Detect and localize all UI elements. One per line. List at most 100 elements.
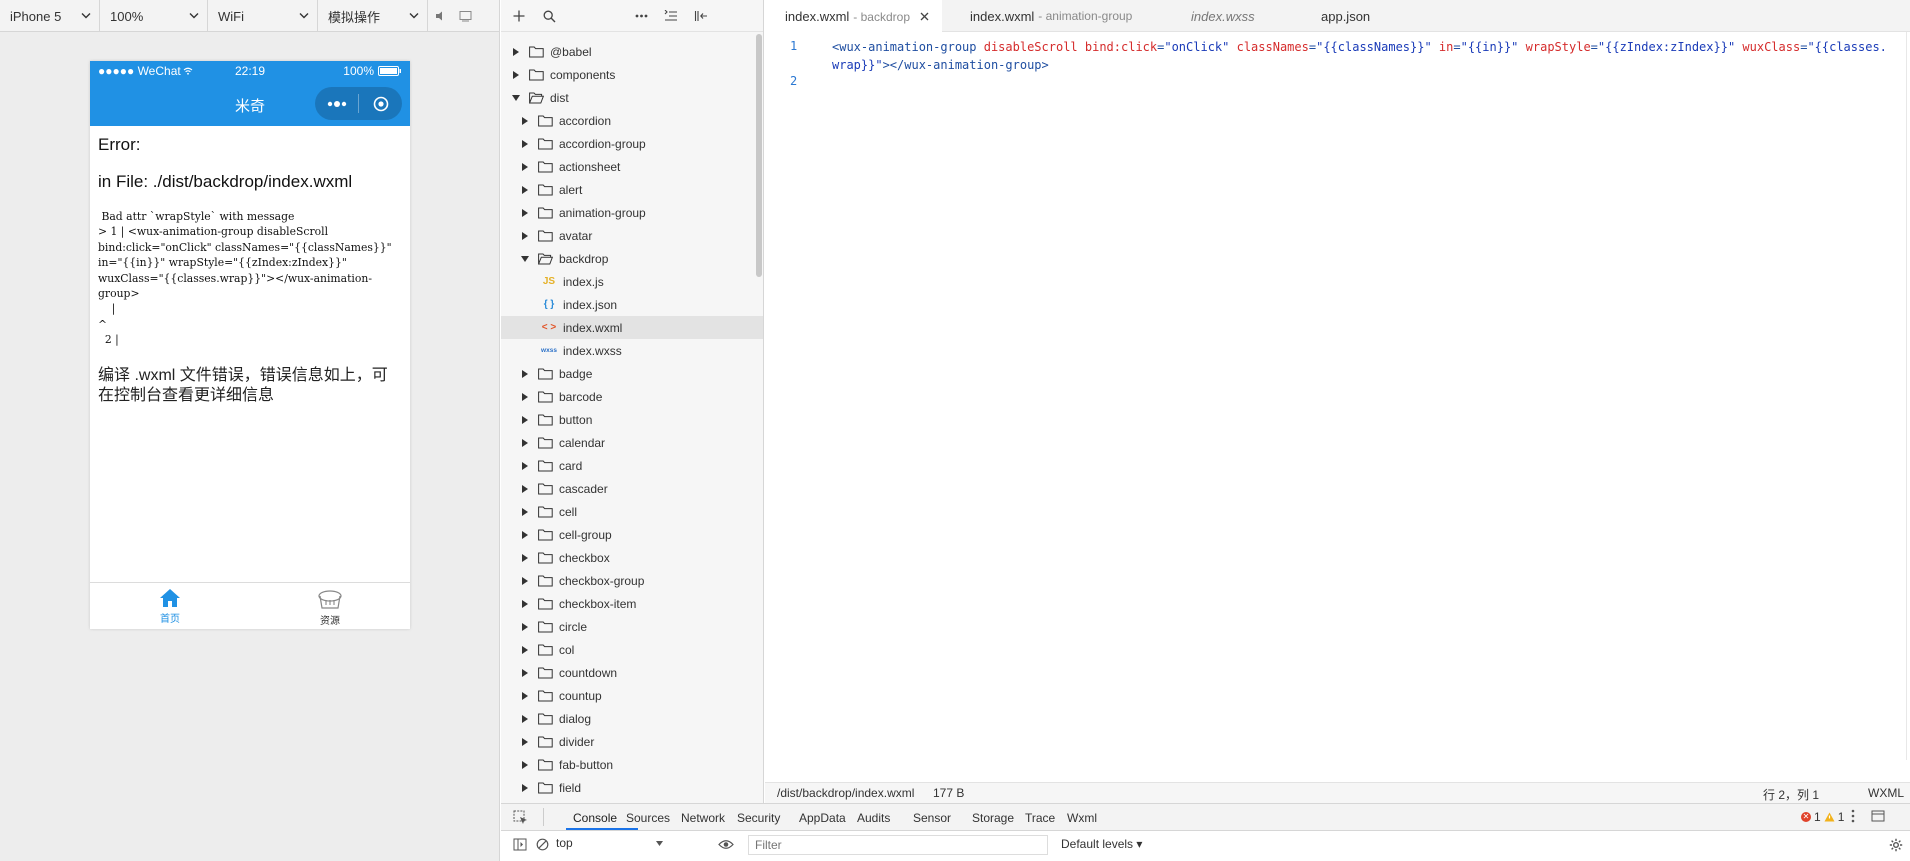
caret-right-icon[interactable] — [520, 714, 530, 724]
devtools-tab-wxml[interactable]: Wxml — [1067, 811, 1097, 825]
file-item[interactable]: wxss index.wxss — [501, 339, 763, 362]
devtools-tab-security[interactable]: Security — [737, 811, 780, 825]
folder-item[interactable]: button — [501, 408, 763, 431]
tab-index-wxml-animation-group[interactable]: index.wxml - animation-group — [970, 0, 1132, 32]
devtools-tab-audits[interactable]: Audits — [857, 811, 890, 825]
folder-item[interactable]: checkbox-item — [501, 592, 763, 615]
more-button[interactable] — [315, 87, 358, 120]
code-area[interactable]: 1 <wux-animation-group disableScroll bin… — [765, 32, 1910, 782]
explorer-scrollbar[interactable] — [756, 34, 762, 277]
log-levels-dropdown[interactable]: Default levels ▾ — [1061, 837, 1142, 851]
close-icon[interactable] — [920, 12, 929, 21]
tabbar-item-home[interactable]: 首页 — [90, 583, 250, 629]
caret-right-icon[interactable] — [511, 70, 521, 80]
folder-item[interactable]: divider — [501, 730, 763, 753]
detach-button[interactable] — [453, 0, 478, 32]
folder-item[interactable]: components — [501, 63, 763, 86]
show-sidebar-icon[interactable] — [513, 838, 527, 851]
folder-item[interactable]: circle — [501, 615, 763, 638]
file-item[interactable]: < > index.wxml — [501, 316, 763, 339]
folder-item[interactable]: accordion — [501, 109, 763, 132]
caret-right-icon[interactable] — [520, 760, 530, 770]
dock-side-icon[interactable] — [1871, 809, 1885, 822]
folder-item[interactable]: alert — [501, 178, 763, 201]
caret-right-icon[interactable] — [520, 438, 530, 448]
caret-right-icon[interactable] — [520, 392, 530, 402]
file-item[interactable]: { } index.json — [501, 293, 763, 316]
caret-right-icon[interactable] — [520, 162, 530, 172]
context-select[interactable]: top — [556, 836, 696, 854]
gear-icon[interactable] — [1889, 838, 1903, 852]
caret-right-icon[interactable] — [520, 576, 530, 586]
caret-down-icon[interactable] — [511, 93, 521, 103]
tab-app-json[interactable]: app.json — [1321, 0, 1370, 32]
caret-right-icon[interactable] — [520, 208, 530, 218]
collapse-all-button[interactable] — [663, 8, 679, 24]
folder-item[interactable]: cell — [501, 500, 763, 523]
devtools-tab-sources[interactable]: Sources — [626, 811, 670, 825]
folder-item[interactable]: countup — [501, 684, 763, 707]
close-miniprogram-button[interactable] — [359, 87, 402, 120]
issue-counters[interactable]: ✕ 1 1 — [1801, 810, 1844, 824]
folder-item[interactable]: checkbox-group — [501, 569, 763, 592]
caret-right-icon[interactable] — [520, 231, 530, 241]
caret-right-icon[interactable] — [520, 530, 530, 540]
folder-item[interactable]: avatar — [501, 224, 763, 247]
eye-icon[interactable] — [718, 839, 734, 850]
caret-right-icon[interactable] — [520, 484, 530, 494]
folder-item[interactable]: @babel — [501, 40, 763, 63]
console-filter-input[interactable] — [748, 835, 1048, 855]
caret-right-icon[interactable] — [520, 139, 530, 149]
caret-right-icon[interactable] — [520, 599, 530, 609]
folder-item[interactable]: cascader — [501, 477, 763, 500]
caret-right-icon[interactable] — [520, 737, 530, 747]
devtools-tab-storage[interactable]: Storage — [972, 811, 1014, 825]
sound-button[interactable] — [428, 0, 453, 32]
device-select[interactable]: iPhone 5 — [0, 0, 100, 32]
toggle-panel-button[interactable] — [693, 8, 709, 24]
devtools-tab-console[interactable]: Console — [573, 811, 617, 825]
tabbar-item-resources[interactable]: 资源 — [250, 583, 410, 629]
caret-right-icon[interactable] — [520, 415, 530, 425]
caret-down-icon[interactable] — [520, 254, 530, 264]
folder-item[interactable]: countdown — [501, 661, 763, 684]
folder-item[interactable]: dist — [501, 86, 763, 109]
caret-right-icon[interactable] — [520, 185, 530, 195]
tab-index-wxss[interactable]: index.wxss — [1191, 0, 1255, 32]
caret-right-icon[interactable] — [520, 461, 530, 471]
folder-item[interactable]: col — [501, 638, 763, 661]
clear-console-icon[interactable] — [536, 838, 549, 851]
devtools-tab-trace[interactable]: Trace — [1025, 811, 1055, 825]
folder-item[interactable]: badge — [501, 362, 763, 385]
search-button[interactable] — [541, 8, 557, 24]
folder-item[interactable]: field — [501, 776, 763, 799]
folder-item[interactable]: backdrop — [501, 247, 763, 270]
tab-index-wxml-backdrop[interactable]: index.wxml - backdrop — [765, 0, 942, 33]
folder-item[interactable]: barcode — [501, 385, 763, 408]
network-select[interactable]: WiFi — [208, 0, 318, 32]
zoom-select[interactable]: 100% — [100, 0, 208, 32]
caret-right-icon[interactable] — [511, 47, 521, 57]
devtools-tab-sensor[interactable]: Sensor — [913, 811, 951, 825]
status-language[interactable]: WXML — [1868, 786, 1904, 800]
caret-right-icon[interactable] — [520, 691, 530, 701]
add-file-button[interactable] — [511, 8, 527, 24]
caret-right-icon[interactable] — [520, 507, 530, 517]
folder-item[interactable]: fab-button — [501, 753, 763, 776]
caret-right-icon[interactable] — [520, 645, 530, 655]
folder-item[interactable]: dialog — [501, 707, 763, 730]
editor-scrollbar[interactable] — [1906, 32, 1910, 760]
folder-item[interactable]: animation-group — [501, 201, 763, 224]
operation-select[interactable]: 模拟操作 — [318, 0, 428, 32]
caret-right-icon[interactable] — [520, 622, 530, 632]
folder-item[interactable]: accordion-group — [501, 132, 763, 155]
folder-item[interactable]: checkbox — [501, 546, 763, 569]
folder-item[interactable]: cell-group — [501, 523, 763, 546]
more-options-button[interactable] — [633, 8, 649, 24]
caret-right-icon[interactable] — [520, 116, 530, 126]
caret-right-icon[interactable] — [520, 553, 530, 563]
devtools-tab-network[interactable]: Network — [681, 811, 725, 825]
folder-item[interactable]: actionsheet — [501, 155, 763, 178]
folder-item[interactable]: card — [501, 454, 763, 477]
inspect-element-icon[interactable] — [513, 810, 528, 825]
